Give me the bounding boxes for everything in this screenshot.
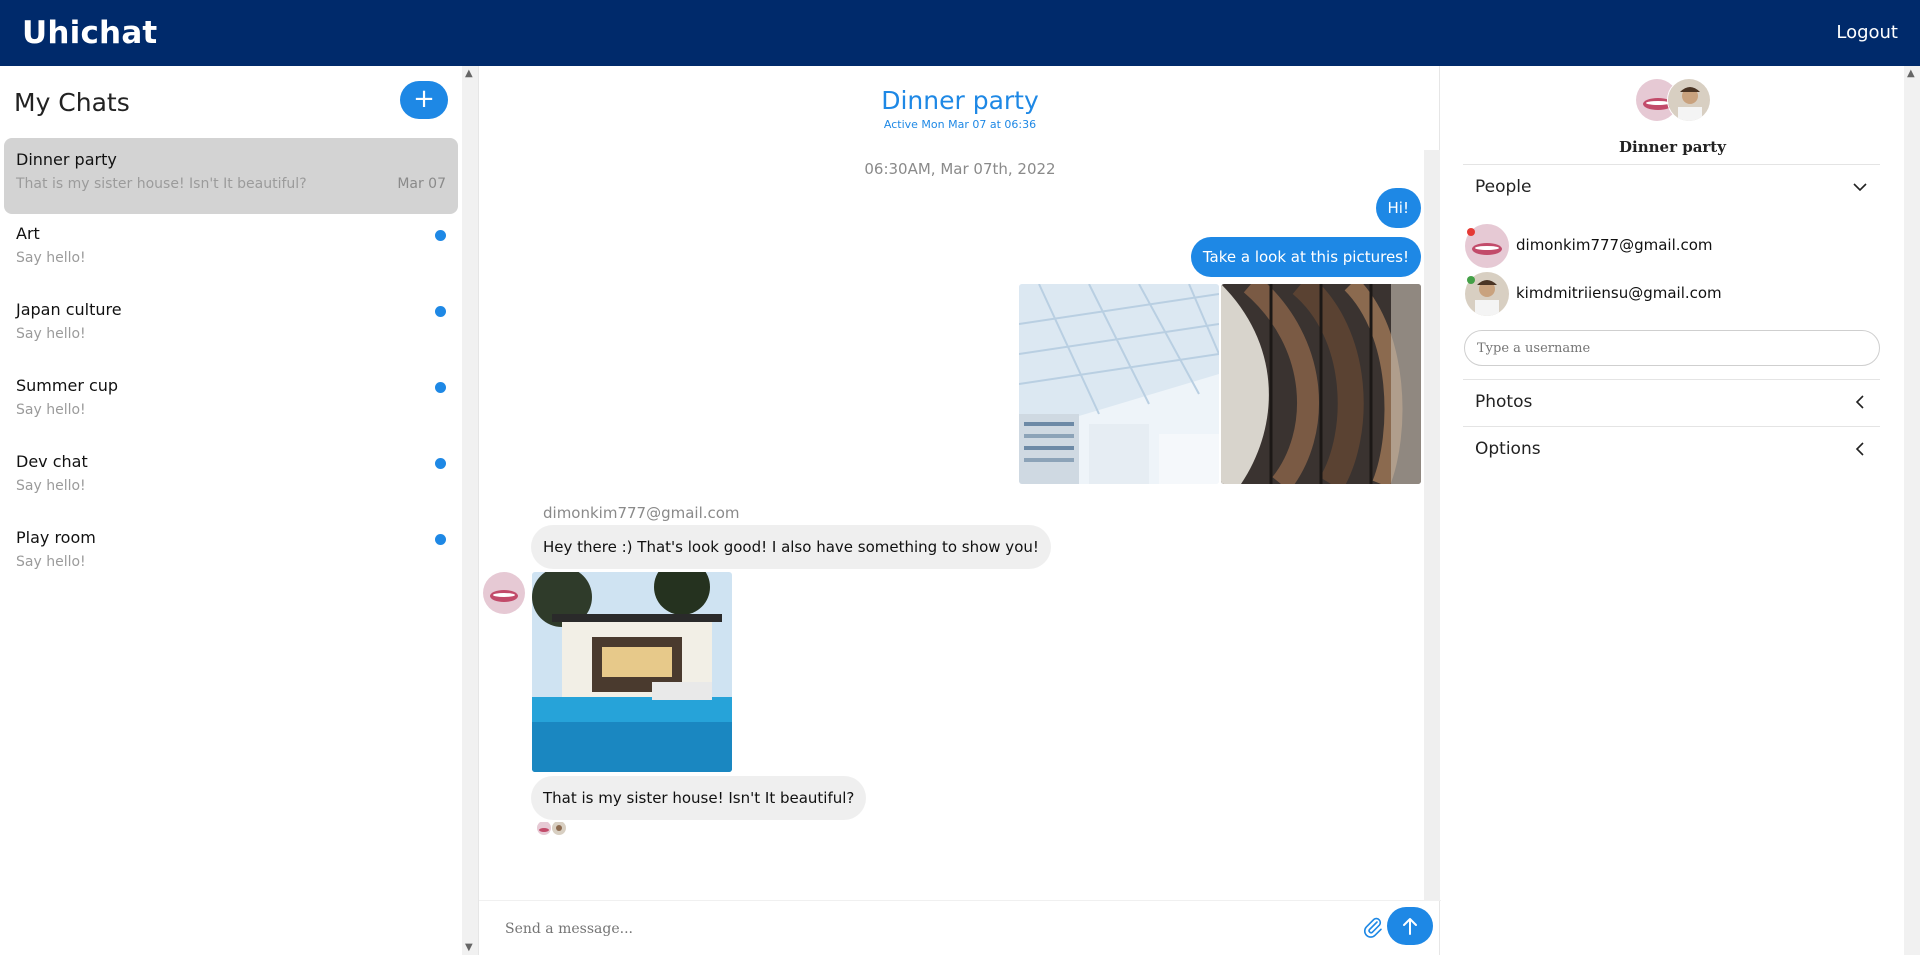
username-input[interactable] <box>1464 330 1880 366</box>
unread-dot <box>435 458 446 469</box>
person-email: dimonkim777@gmail.com <box>1516 236 1713 254</box>
options-label: Options <box>1475 439 1541 459</box>
conversation-title: Dinner party <box>881 86 1039 115</box>
unread-dot <box>435 230 446 241</box>
chat-preview: Say hello! <box>16 250 86 266</box>
group-name: Dinner party <box>1619 138 1726 156</box>
shared-photo-library-white[interactable] <box>1019 284 1219 484</box>
message-bubble-outgoing: Take a look at this pictures! <box>1190 237 1421 277</box>
top-bar: Uhichat Logout <box>0 0 1920 66</box>
chat-date: Mar 07 <box>397 176 446 192</box>
chat-preview: Say hello! <box>16 478 86 494</box>
photos-label: Photos <box>1475 392 1533 412</box>
sidebar-scrollbar[interactable]: ▲ ▼ <box>462 66 478 955</box>
message-bubble-outgoing: Hi! <box>1375 188 1421 228</box>
chevron-left-icon <box>1855 395 1864 409</box>
chat-name: Summer cup <box>16 376 119 395</box>
plus-icon: + <box>413 84 435 114</box>
chat-item-play-room[interactable]: Play room Say hello! <box>4 522 458 598</box>
logout-button[interactable]: Logout <box>1836 22 1898 43</box>
scroll-up-icon[interactable]: ▲ <box>465 68 473 79</box>
send-button[interactable] <box>1387 907 1433 945</box>
brand-logo[interactable]: Uhichat <box>22 15 157 51</box>
details-scrollbar[interactable]: ▲ <box>1904 66 1920 955</box>
options-section-toggle[interactable]: Options <box>1463 426 1880 472</box>
people-label: People <box>1475 177 1532 197</box>
shared-photo-library-spiral[interactable] <box>1221 284 1421 484</box>
chat-name: Play room <box>16 528 96 547</box>
message-bubble-incoming: That is my sister house! Isn't It beauti… <box>531 776 867 820</box>
seen-avatar <box>537 821 551 835</box>
chat-name: Japan culture <box>16 300 122 319</box>
date-divider: 06:30AM, Mar 07th, 2022 <box>864 160 1056 178</box>
chevron-left-icon <box>1855 442 1864 456</box>
conversation-status: Active Mon Mar 07 at 06:36 <box>883 118 1037 131</box>
avatar <box>1667 78 1711 122</box>
new-chat-button[interactable]: + <box>400 81 448 119</box>
message-sender: dimonkim777@gmail.com <box>543 504 740 522</box>
chat-preview: That is my sister house! Isn't It beauti… <box>16 176 307 192</box>
chat-preview: Say hello! <box>16 326 86 342</box>
unread-dot <box>435 306 446 317</box>
unread-dot <box>435 534 446 545</box>
chat-preview: Say hello! <box>16 402 86 418</box>
message-input[interactable] <box>503 915 1303 943</box>
chat-item-dev-chat[interactable]: Dev chat Say hello! <box>4 446 458 522</box>
status-dot <box>1467 276 1475 284</box>
status-dot <box>1467 228 1475 236</box>
conversation-panel: Dinner party Active Mon Mar 07 at 06:36 … <box>478 66 1441 955</box>
scroll-up-icon[interactable]: ▲ <box>1907 68 1915 79</box>
chat-details-panel: Dinner party People dimonkim777@gmail.co… <box>1441 66 1904 955</box>
avatar[interactable] <box>483 572 525 614</box>
chat-item-japan-culture[interactable]: Japan culture Say hello! <box>4 294 458 370</box>
person-item[interactable]: dimonkim777@gmail.com <box>1465 224 1865 268</box>
people-section-toggle[interactable]: People <box>1463 164 1880 210</box>
chat-item-dinner-party[interactable]: Dinner party That is my sister house! Is… <box>4 138 458 214</box>
seen-avatar <box>552 821 566 835</box>
attach-icon[interactable] <box>1361 915 1385 939</box>
chat-list: Dinner party That is my sister house! Is… <box>4 138 458 598</box>
chat-item-art[interactable]: Art Say hello! <box>4 218 458 294</box>
sidebar-title: My Chats <box>14 88 130 117</box>
scroll-down-icon[interactable]: ▼ <box>465 942 473 953</box>
message-bubble-incoming: Hey there :) That's look good! I also ha… <box>531 525 1051 569</box>
chat-name: Dev chat <box>16 452 88 471</box>
message-composer <box>479 900 1441 955</box>
person-email: kimdmitriiensu@gmail.com <box>1516 284 1722 302</box>
chat-item-summer-cup[interactable]: Summer cup Say hello! <box>4 370 458 446</box>
photos-section-toggle[interactable]: Photos <box>1463 379 1880 425</box>
unread-dot <box>435 382 446 393</box>
chat-sidebar: My Chats + Dinner party That is my siste… <box>0 66 462 955</box>
person-item[interactable]: kimdmitriiensu@gmail.com <box>1465 272 1865 316</box>
chat-name: Art <box>16 224 40 243</box>
chevron-down-icon <box>1853 183 1867 192</box>
messages-scrollbar[interactable] <box>1424 150 1440 900</box>
shared-photo-house-pool[interactable] <box>532 572 732 772</box>
chat-preview: Say hello! <box>16 554 86 570</box>
chat-name: Dinner party <box>16 150 117 169</box>
arrow-up-icon <box>1403 918 1417 935</box>
